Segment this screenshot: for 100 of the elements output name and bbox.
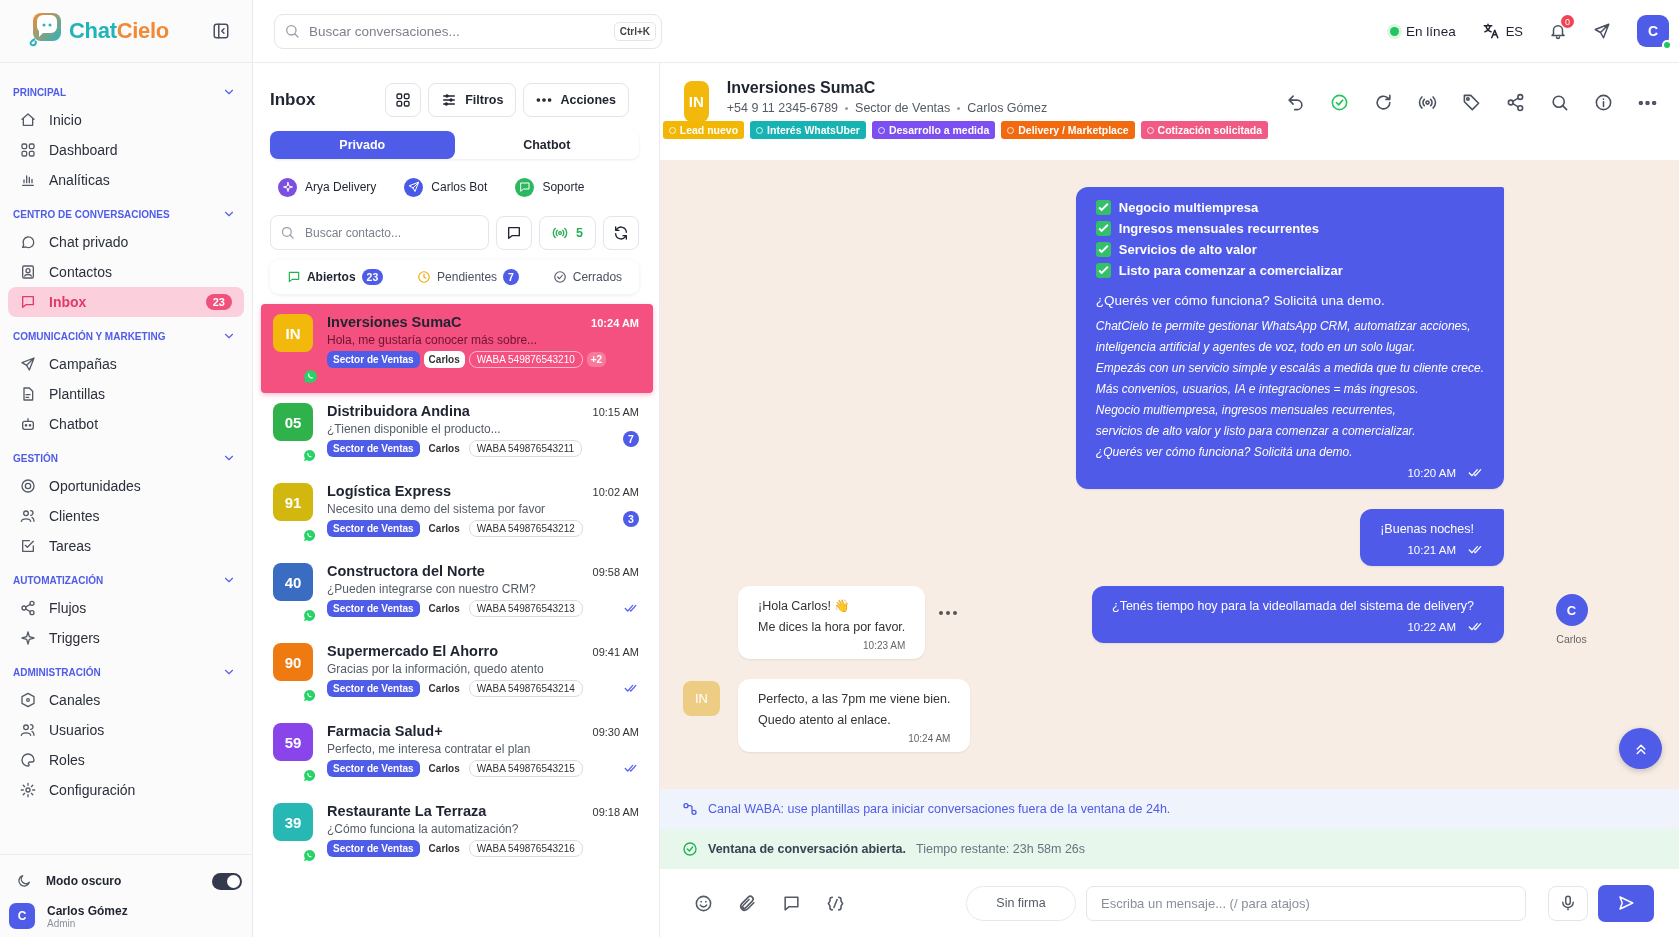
status-tab[interactable]: Abiertos 23	[286, 269, 384, 285]
status-label: En línea	[1406, 23, 1456, 39]
contact-avatar: 40	[273, 563, 313, 601]
link-icon	[682, 801, 698, 817]
message-text: ChatCielo te permite gestionar WhatsApp CRM, automatizar acciones,	[1095, 318, 1472, 335]
conversation-item[interactable]: 05 Distribuidora Andina 10:15 AM ¿Tienen disponible el producto... Sector de Ventas Carlos WABA 549876543211 7	[261, 393, 653, 473]
agent-name: Carlos Gómez	[967, 101, 1048, 115]
check-circle-icon	[682, 841, 698, 857]
collapse-sidebar-button[interactable]	[212, 22, 230, 40]
message-preview: Hola, me gustaría conocer más sobre...	[327, 333, 539, 347]
panel-title: Inbox	[270, 90, 317, 110]
message-preview: Gracias por la información, quedo atento	[327, 662, 545, 676]
conversation-item[interactable]: 90 Supermercado El Ahorro 09:41 AM Gracias por la información, quedo atento Sector de Ventas Carlos WABA 549876543214	[261, 633, 653, 713]
conversation-item[interactable]: IN Inversiones SumaC 10:24 AM Hola, me gustaría conocer más sobre... Sector de Ventas Carlos WABA 549876543210 +2	[261, 304, 653, 393]
contact-tag: Desarrollo a medida	[871, 121, 996, 139]
sidebar-item[interactable]: Clientes	[8, 501, 244, 531]
whatsapp-icon	[303, 369, 318, 384]
sidebar-item[interactable]: Contactos	[8, 257, 244, 287]
reopen-button[interactable]	[1374, 93, 1393, 112]
contact-avatar: 59	[273, 723, 313, 761]
toolbar-button[interactable]: Filtros	[428, 83, 517, 117]
sender-avatar: C	[1555, 594, 1588, 626]
toolbar-button[interactable]: Acciones	[523, 83, 629, 117]
contact-avatar: 39	[273, 803, 313, 841]
message-text: Me dices la hora por favor.	[758, 619, 906, 636]
agent-tag: Carlos	[423, 520, 465, 537]
share-button[interactable]	[1506, 93, 1525, 112]
section-title: PRINCIPAL	[13, 86, 67, 98]
waba-tag: WABA 549876543212	[468, 520, 583, 537]
message-input[interactable]: Escriba un mensaje... (/ para atajos)	[1086, 885, 1526, 921]
bell-icon	[1549, 22, 1567, 40]
contact-avatar: 90	[273, 643, 313, 681]
language-button[interactable]: ES	[1481, 22, 1523, 40]
sender-name: Carlos	[1556, 633, 1587, 645]
status-tab[interactable]: Cerrados	[552, 270, 623, 284]
unread-count: 7	[623, 430, 639, 447]
broadcast-icon	[1418, 93, 1437, 112]
message-text: Perfecto, a las 7pm me viene bien.	[758, 691, 951, 708]
sidebar-item[interactable]: Dashboard	[8, 135, 244, 165]
search-icon	[280, 225, 295, 240]
agent-filter[interactable]: Soporte	[515, 177, 585, 197]
send-button[interactable]	[1593, 22, 1611, 40]
sidebar-item[interactable]: Flujos	[8, 593, 244, 623]
sidebar-item[interactable]: Tareas	[8, 531, 244, 561]
search-button[interactable]	[1550, 93, 1569, 112]
scroll-to-top-button[interactable]	[1619, 728, 1662, 769]
sidebar-item[interactable]: Oportunidades	[8, 471, 244, 501]
message-time: 10:15 AM	[592, 406, 639, 418]
sidebar-item[interactable]: Campañas	[8, 349, 244, 379]
sidebar-item[interactable]: Plantillas	[8, 379, 244, 409]
agent-filter[interactable]: Arya Delivery	[278, 177, 377, 197]
section-title: AUTOMATIZACIÓN	[13, 574, 104, 586]
sidebar-item[interactable]: Chat privado	[8, 227, 244, 257]
sidebar-item[interactable]: Canales	[8, 685, 244, 715]
section-title: COMUNICACIÓN Y MARKETING	[13, 330, 166, 342]
sidebar-item[interactable]: Triggers	[8, 623, 244, 653]
share-nodes-icon	[20, 600, 36, 616]
message-preview: ¿Tienen disponible el producto...	[327, 422, 502, 436]
agent-filter[interactable]: Carlos Bot	[404, 177, 488, 197]
conversation-item[interactable]: 40 Constructora del Norte 09:58 AM ¿Pueden integrarse con nuestro CRM? Sector de Ventas Carlos WABA 549876543213	[261, 553, 653, 633]
sidebar-item[interactable]: Usuarios	[8, 715, 244, 745]
code-braces-icon	[825, 893, 845, 913]
contact-search-field[interactable]: Buscar contacto...	[270, 215, 490, 250]
status-tab[interactable]: Pendientes 7	[417, 269, 519, 285]
toggle-switch[interactable]	[212, 872, 242, 890]
tab[interactable]: Privado	[270, 131, 455, 159]
sidebar-item[interactable]: Chatbot	[8, 409, 244, 439]
sidebar-item[interactable]: Roles	[8, 745, 244, 775]
undo-icon	[1286, 93, 1305, 112]
sidebar-item[interactable]: Configuración	[8, 775, 244, 805]
conversation-item[interactable]: 39 Restaurante La Terraza 09:18 AM ¿Cómo funciona la automatización? Sector de Ventas Carlos WABA 549876543216	[261, 793, 653, 873]
info-button[interactable]	[1594, 93, 1613, 112]
conversation-item[interactable]: 59 Farmacia Salud+ 09:30 AM Perfecto, me interesa contratar el plan Sector de Ventas Carlos WABA 549876543215	[261, 713, 653, 793]
notifications-button[interactable]	[1549, 22, 1567, 40]
microphone-button[interactable]	[1548, 885, 1588, 921]
contact-avatar: 91	[273, 483, 313, 521]
user-avatar[interactable]: C	[1637, 15, 1669, 47]
sidebar-item[interactable]: Analíticas	[8, 165, 244, 195]
message-time: 10:24 AM	[591, 317, 639, 329]
message-text: ¡Hola Carlos! 👋	[758, 598, 852, 615]
chat-bubble-icon	[20, 234, 36, 250]
grid-view-button[interactable]	[385, 83, 422, 117]
refresh-button[interactable]	[603, 215, 639, 250]
undo-button[interactable]	[1286, 93, 1305, 112]
new-chat-button[interactable]	[496, 215, 533, 250]
agent-icon	[281, 181, 294, 193]
contact-tag: Cotización solicitada	[1140, 121, 1268, 139]
contact-name: Inversiones SumaC	[726, 79, 877, 97]
contact-name: Constructora del Norte	[327, 563, 485, 579]
grid-icon	[395, 92, 412, 108]
send-button[interactable]	[1598, 884, 1654, 922]
sidebar-item[interactable]: Inicio	[8, 105, 244, 135]
tag-button[interactable]	[1462, 93, 1481, 112]
paper-plane-icon	[20, 356, 36, 372]
broadcast-button[interactable]	[1418, 93, 1437, 112]
message-time: 10:23 AM	[863, 640, 906, 651]
tab[interactable]: Chatbot	[454, 131, 639, 159]
message-text: inteligencia artificial y agentes de voz, todo en un solo lugar.	[1095, 339, 1417, 356]
message-preview: ¿Pueden integrarse con nuestro CRM?	[327, 582, 537, 596]
conversation-item[interactable]: 91 Logística Express 10:02 AM Necesito una demo del sistema por favor Sector de Ventas Carlos WABA 549876543212 3	[261, 473, 653, 553]
